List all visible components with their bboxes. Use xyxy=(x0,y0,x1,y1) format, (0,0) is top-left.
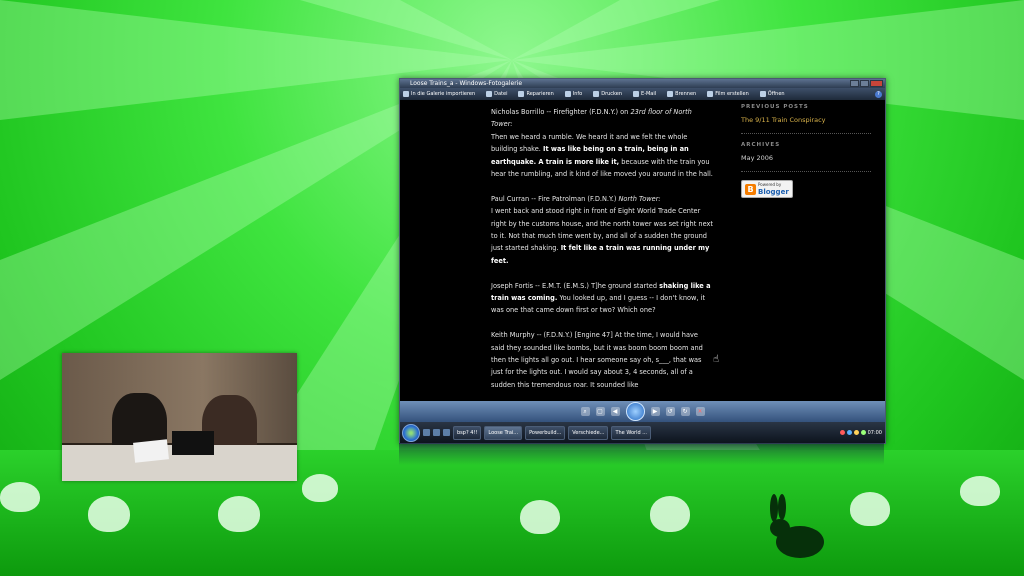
repair-icon xyxy=(518,91,525,97)
archive-link[interactable]: May 2006 xyxy=(741,154,871,162)
taskbar-item[interactable]: bsp? 4!! xyxy=(453,425,482,440)
taskbar-item[interactable]: Verschiede... xyxy=(568,425,609,440)
delete-icon[interactable]: ✕ xyxy=(695,407,705,416)
window-reflection xyxy=(399,443,884,465)
rabbit-silhouette-icon xyxy=(770,494,824,558)
menu-info[interactable]: Info xyxy=(564,91,582,97)
divider xyxy=(741,133,871,134)
hand-cursor-icon: ☝ xyxy=(713,354,720,365)
print-icon xyxy=(593,91,600,97)
taskbar: bsp? 4!! Loose Trai... Powerbuild... Ver… xyxy=(400,422,885,443)
rotate-right-icon[interactable]: ↻ xyxy=(680,407,690,416)
file-icon xyxy=(486,91,493,97)
cloud-shape xyxy=(520,500,560,534)
minimize-button[interactable] xyxy=(850,80,859,87)
tray-icon[interactable] xyxy=(846,430,852,435)
quicklaunch-icon[interactable] xyxy=(433,429,440,436)
cloud-shape xyxy=(302,474,338,502)
video-laptop xyxy=(172,431,214,455)
taskbar-item[interactable]: The World ... xyxy=(611,425,652,440)
previous-post-link[interactable]: The 9/11 Train Conspiracy xyxy=(741,116,871,124)
slideshow-play-button[interactable] xyxy=(625,402,645,421)
quicklaunch-icon[interactable] xyxy=(423,429,430,436)
maximize-button[interactable] xyxy=(860,80,869,87)
archives-heading: ARCHIVES xyxy=(741,142,781,148)
blogger-logo-icon: B xyxy=(745,183,756,195)
quicklaunch-icon[interactable] xyxy=(443,429,450,436)
blog-post-text: Nicholas Borrillo -- Firefighter (F.D.N.… xyxy=(491,106,713,400)
previous-posts-heading: PREVIOUS POSTS xyxy=(741,104,809,110)
taskbar-item-active[interactable]: Loose Trai... xyxy=(484,425,523,440)
movie-icon xyxy=(707,91,714,97)
menu-email[interactable]: E-Mail xyxy=(633,91,656,97)
viewer-controls: ⌕ ▢ ◀ ▶ ↺ ↻ ✕ xyxy=(400,401,885,422)
blog-sidebar: PREVIOUS POSTS The 9/11 Train Conspiracy… xyxy=(741,104,871,198)
menu-import[interactable]: In die Galerie importieren xyxy=(403,91,475,97)
window-titlebar[interactable]: Loose Trains_a - Windows-Fotogalerie xyxy=(400,79,885,88)
open-icon xyxy=(759,91,766,97)
quote-fortis: Joseph Fortis -- E.M.T. (E.M.S.) T]he gr… xyxy=(491,281,711,315)
info-icon xyxy=(564,91,571,97)
cloud-shape xyxy=(218,496,260,532)
tray-icon[interactable] xyxy=(860,430,866,435)
previous-icon[interactable]: ◀ xyxy=(610,407,620,416)
photo-viewer-content: Nicholas Borrillo -- Firefighter (F.D.N.… xyxy=(400,100,885,400)
window-controls xyxy=(850,80,883,87)
menu-repair[interactable]: Reparieren xyxy=(518,91,554,97)
badge-big-text: Blogger xyxy=(758,188,789,196)
cloud-shape xyxy=(88,496,130,532)
toolbar: In die Galerie importieren Datei Reparie… xyxy=(400,88,885,100)
import-icon xyxy=(403,91,409,97)
rotate-left-icon[interactable]: ↺ xyxy=(665,407,675,416)
start-button[interactable] xyxy=(402,423,420,442)
quote-borrillo: Nicholas Borrillo -- Firefighter (F.D.N.… xyxy=(491,108,713,179)
cloud-shape xyxy=(850,492,890,526)
photo-gallery-window: Loose Trains_a - Windows-Fotogalerie In … xyxy=(399,78,886,444)
zoom-icon[interactable]: ⌕ xyxy=(580,407,590,416)
quote-curran: Paul Curran -- Fire Patrolman (F.D.N.Y.)… xyxy=(491,194,713,265)
quote-murphy: Keith Murphy -- (F.D.N.Y.) [Engine 47] A… xyxy=(491,331,703,389)
menu-print[interactable]: Drucken xyxy=(593,91,622,97)
menu-file[interactable]: Datei xyxy=(486,91,507,97)
menu-movie[interactable]: Film erstellen xyxy=(707,91,749,97)
divider xyxy=(741,171,871,172)
webcam-video xyxy=(62,353,297,481)
fit-icon[interactable]: ▢ xyxy=(595,407,605,416)
blogger-badge[interactable]: B Powered by Blogger xyxy=(741,180,793,198)
menu-burn[interactable]: Brennen xyxy=(667,91,696,97)
clock[interactable]: 07:00 xyxy=(868,430,882,436)
cloud-shape xyxy=(0,482,40,512)
tray-icon[interactable] xyxy=(839,430,845,435)
mail-icon xyxy=(633,91,640,97)
system-tray: 07:00 xyxy=(839,430,882,436)
menu-open[interactable]: Öffnen xyxy=(759,91,785,97)
taskbar-item[interactable]: Powerbuild... xyxy=(525,425,566,440)
window-title: Loose Trains_a - Windows-Fotogalerie xyxy=(410,80,523,87)
cloud-shape xyxy=(960,476,1000,506)
close-button[interactable] xyxy=(870,80,883,87)
next-icon[interactable]: ▶ xyxy=(650,407,660,416)
cloud-shape xyxy=(650,496,690,532)
tray-icon[interactable] xyxy=(853,430,859,435)
video-background-wall xyxy=(62,353,297,443)
burn-icon xyxy=(667,91,674,97)
video-paper xyxy=(133,439,169,463)
help-button[interactable]: ? xyxy=(875,90,882,98)
